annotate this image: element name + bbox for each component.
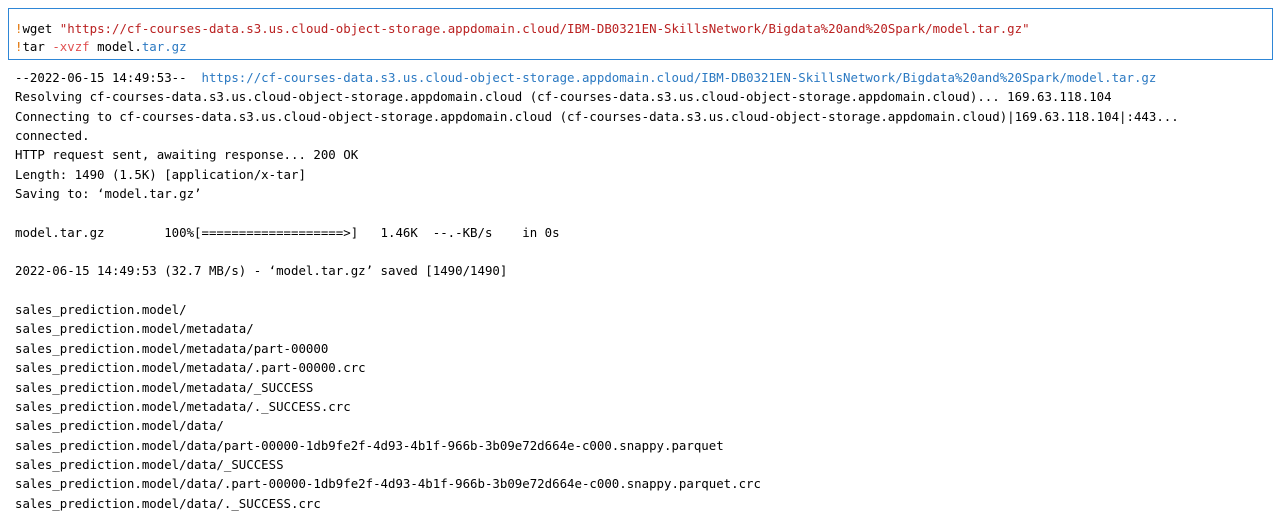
output-line: Length: 1490 (1.5K) [application/x-tar] <box>15 166 306 182</box>
tar-file-suffix: tar.gz <box>141 39 187 54</box>
output-line-saved: 2022-06-15 14:49:53 (32.7 MB/s) - ‘model… <box>15 263 508 279</box>
output-line: HTTP request sent, awaiting response... … <box>15 147 359 163</box>
output-line-file: sales_prediction.model/data/.part-00000-… <box>15 476 761 492</box>
output-line-file: sales_prediction.model/data/part-00000-1… <box>15 437 724 453</box>
output-timestamp: --2022-06-15 14:49:53-- <box>15 70 202 85</box>
output-line-file: sales_prediction.model/data/._SUCCESS.cr… <box>15 495 321 511</box>
wget-command: wget <box>22 21 60 36</box>
output-line-file: sales_prediction.model/metadata/ <box>15 321 254 337</box>
output-line-file: sales_prediction.model/metadata/._SUCCES… <box>15 398 351 414</box>
output-url-link[interactable]: https://cf-courses-data.s3.us.cloud-obje… <box>202 70 1157 85</box>
tar-command: tar <box>22 39 53 54</box>
output-line: Saving to: ‘model.tar.gz’ <box>15 186 202 202</box>
code-cell-input[interactable]: !wget "https://cf-courses-data.s3.us.clo… <box>8 8 1273 60</box>
output-line-file: sales_prediction.model/data/_SUCCESS <box>15 456 284 472</box>
output-line-file: sales_prediction.model/data/ <box>15 418 224 434</box>
tar-flags: -xvzf <box>52 39 90 54</box>
output-line-file: sales_prediction.model/metadata/part-000… <box>15 340 329 356</box>
output-line-file: sales_prediction.model/metadata/_SUCCESS <box>15 379 314 395</box>
tar-file-prefix: model. <box>89 39 142 54</box>
output-line-progress: model.tar.gz 100%[===================>] … <box>15 224 560 240</box>
wget-url-string: "https://cf-courses-data.s3.us.cloud-obj… <box>59 21 1030 36</box>
cell-output: --2022-06-15 14:49:53-- https://cf-cours… <box>15 68 1275 513</box>
output-line: Connecting to cf-courses-data.s3.us.clou… <box>15 108 1179 124</box>
output-line: connected. <box>15 128 90 144</box>
code-line-tar: !tar -xvzf model.tar.gz <box>15 37 187 56</box>
output-line-timestamp: --2022-06-15 14:49:53-- https://cf-cours… <box>15 68 1275 87</box>
output-line-file: sales_prediction.model/metadata/.part-00… <box>15 360 366 376</box>
output-line: Resolving cf-courses-data.s3.us.cloud-ob… <box>15 89 1112 105</box>
code-line-wget: !wget "https://cf-courses-data.s3.us.clo… <box>15 19 1030 38</box>
output-line-file: sales_prediction.model/ <box>15 302 187 318</box>
